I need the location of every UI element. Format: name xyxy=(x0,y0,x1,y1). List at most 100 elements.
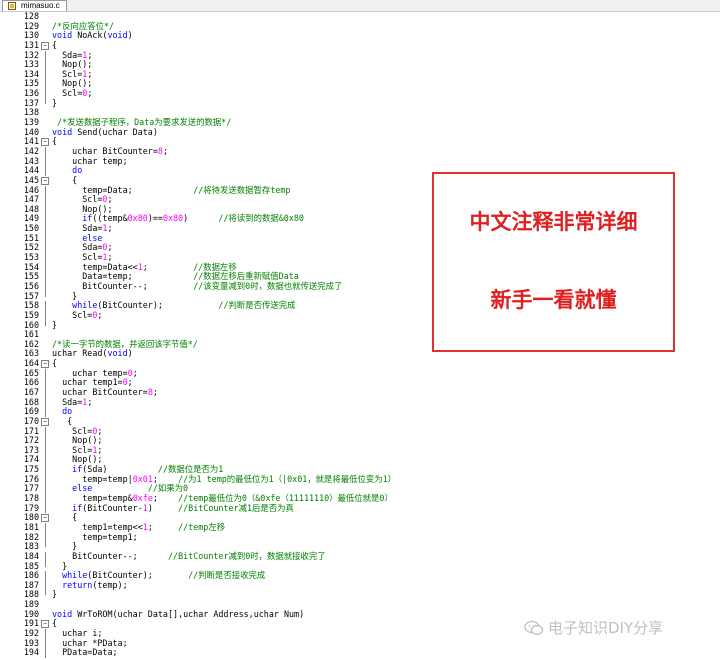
fold-guide xyxy=(45,503,46,514)
code-line[interactable]: 134 Scl=1; xyxy=(0,69,720,80)
fold-guide xyxy=(45,233,46,244)
watermark-text: 电子知识DIY分享 xyxy=(548,619,664,637)
code-line[interactable]: 171 Scl=0; xyxy=(0,426,720,437)
code-comment: /*反向应答位*/ xyxy=(52,20,115,31)
code-token: Nop(); xyxy=(52,435,103,446)
code-token: BitCounter--; xyxy=(52,550,168,561)
code-line[interactable]: 188} xyxy=(0,590,720,600)
code-token: ; xyxy=(97,309,103,320)
fold-guide xyxy=(45,310,46,321)
code-keyword: void xyxy=(52,608,73,619)
code-line[interactable]: 184 BitCounter--; //BitCounter减到0时，数据就接收… xyxy=(0,550,720,562)
code-keyword: if xyxy=(52,213,93,224)
code-token: Scl= xyxy=(52,88,83,99)
code-token: ; xyxy=(152,493,179,504)
code-comment: //数据左移后重新赋值Data xyxy=(193,271,299,282)
fold-guide xyxy=(45,69,46,80)
code-line[interactable]: 182 temp=temp1; xyxy=(0,531,720,543)
code-line[interactable]: 173 Scl=1; xyxy=(0,445,720,456)
code-line[interactable]: 169 do xyxy=(0,406,720,417)
code-token: Sda= xyxy=(52,223,103,234)
code-line[interactable]: 137} xyxy=(0,98,720,109)
fold-toggle-icon[interactable]: − xyxy=(41,360,49,369)
code-token: (temp); xyxy=(92,579,128,590)
code-comment: //temp最低位为0（&0xfe（11111110）最低位就是0） xyxy=(178,493,393,504)
code-token: uchar i; xyxy=(52,628,103,638)
fold-guide xyxy=(45,156,46,167)
code-token: uchar Read( xyxy=(52,348,108,359)
code-token: ) xyxy=(183,213,219,224)
code-line[interactable]: 170− { xyxy=(0,416,720,427)
file-tab[interactable]: mimasuo.c xyxy=(2,0,67,11)
code-line[interactable]: 167 uchar BitCounter=8; xyxy=(0,387,720,398)
code-token: } xyxy=(52,560,68,571)
code-keyword: else xyxy=(52,232,103,243)
code-line[interactable]: 179 if(BitCounter-1) //BitCounter减1后是否为真 xyxy=(0,503,720,514)
code-keyword: while xyxy=(52,300,98,311)
code-line[interactable]: 136 Scl=0; xyxy=(0,88,720,99)
code-token: Scl= xyxy=(52,252,103,263)
fold-toggle-icon[interactable]: − xyxy=(41,514,49,523)
wechat-icon xyxy=(524,620,544,635)
fold-guide xyxy=(45,629,46,639)
code-comment: //将读到的数据&0x80 xyxy=(218,213,304,224)
code-token: ; xyxy=(132,367,138,378)
code-text: BitCounter--; //该变量减到0时，数据也就传送完成了 xyxy=(52,281,342,292)
code-text: } xyxy=(52,320,57,331)
code-line[interactable]: 131−{ xyxy=(0,39,720,51)
code-token: uchar *PData; xyxy=(52,637,128,648)
code-token: ; xyxy=(87,396,93,407)
fold-guide xyxy=(45,465,46,475)
code-line[interactable]: 194 PData=Data; xyxy=(0,647,720,658)
fold-toggle-icon[interactable]: − xyxy=(41,620,49,629)
code-keyword: do xyxy=(52,406,73,417)
code-token: Nop(); xyxy=(52,59,93,70)
file-tab-bar: mimasuo.c xyxy=(0,0,720,12)
c-file-icon xyxy=(8,2,16,10)
code-text: uchar Read(void) xyxy=(52,349,133,359)
fold-guide xyxy=(45,291,46,297)
code-line[interactable]: 187 return(temp); xyxy=(0,579,720,591)
code-comment: //数据左移 xyxy=(193,261,237,272)
code-comment: //为1 temp的最低位为1（|0x01，就是将最低位变为1） xyxy=(178,473,397,484)
code-line[interactable]: 168 Sda=1; xyxy=(0,396,720,408)
code-token: Nop(); xyxy=(52,203,113,214)
code-line[interactable]: 130 void NoAck(void) xyxy=(0,30,720,41)
fold-guide xyxy=(45,262,46,273)
code-text: return(temp); xyxy=(52,579,128,591)
code-token: ; xyxy=(107,242,113,253)
code-line[interactable]: 140 void Send(uchar Data) xyxy=(0,127,720,138)
fold-guide xyxy=(45,426,46,437)
code-token: Sda= xyxy=(52,49,83,60)
code-token: (Sda) xyxy=(82,464,158,475)
code-token: ) xyxy=(127,348,133,359)
code-token: temp=temp1; xyxy=(52,531,138,542)
fold-guide xyxy=(45,60,46,70)
code-line[interactable]: 143 uchar temp; xyxy=(0,156,720,167)
code-line[interactable]: 133 Nop(); xyxy=(0,59,720,70)
code-line[interactable]: 132 Sda=1; xyxy=(0,49,720,61)
fold-toggle-icon[interactable]: − xyxy=(41,41,49,50)
code-token: { xyxy=(52,39,58,50)
fold-guide xyxy=(45,397,46,408)
code-line[interactable]: 172 Nop(); xyxy=(0,435,720,446)
fold-guide xyxy=(45,494,46,504)
code-comment: //如果为0 xyxy=(147,483,189,494)
code-comment: //BitCounter减到0时，数据就接收完了 xyxy=(167,550,326,561)
fold-guide xyxy=(45,320,46,326)
fold-guide xyxy=(45,474,46,485)
code-text: Scl=0; xyxy=(52,309,103,321)
fold-toggle-icon[interactable]: − xyxy=(41,138,49,147)
code-token: } xyxy=(52,290,78,301)
fold-guide xyxy=(45,638,46,649)
code-token: temp=Data; xyxy=(52,184,194,195)
fold-guide xyxy=(45,89,46,99)
code-token: Scl= xyxy=(52,194,103,205)
fold-guide xyxy=(45,281,46,292)
fold-guide xyxy=(45,561,46,567)
code-line[interactable]: 135 Nop(); xyxy=(0,79,720,90)
code-text: if(BitCounter-1) //BitCounter减1后是否为真 xyxy=(52,503,294,514)
fold-toggle-icon[interactable]: − xyxy=(41,417,49,426)
fold-toggle-icon[interactable]: − xyxy=(41,176,49,185)
code-number: 0x80 xyxy=(162,213,184,224)
